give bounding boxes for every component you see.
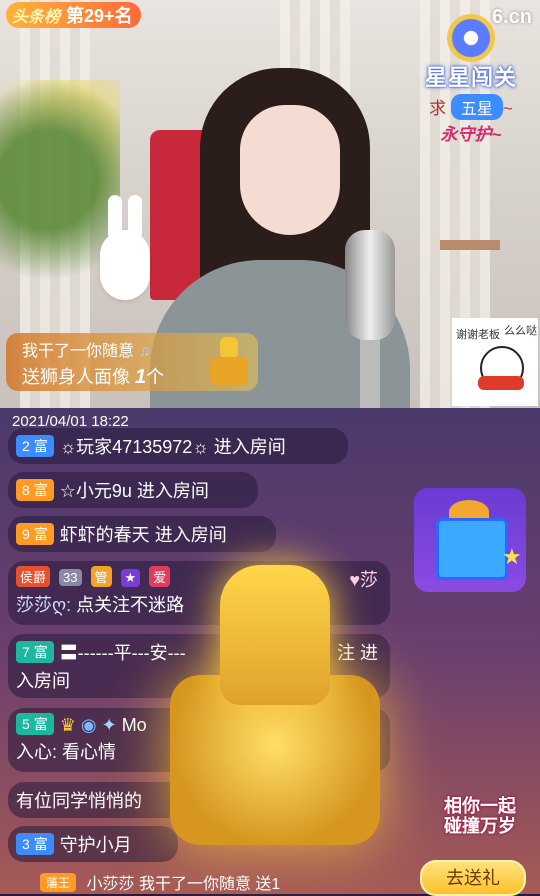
bunny-lamp: [98, 195, 153, 305]
wealth-level-badge: 9 富: [16, 523, 54, 545]
wealth-level-badge: 5 富: [16, 713, 54, 735]
star-icon: ✦: [101, 715, 117, 735]
wealth-level-badge: 3 富: [16, 833, 54, 855]
chat-text: 有位同学悄悄的: [16, 791, 142, 811]
rank-badge[interactable]: 头条榜 第29+名: [6, 2, 141, 28]
admin-badge: 管: [90, 566, 112, 587]
gift-icon: [436, 518, 508, 580]
wealth-level-badge: 8 富: [16, 479, 54, 501]
marquee-tail: 送1: [255, 876, 281, 893]
noble-badge: 藩王: [40, 873, 77, 892]
sphinx-gift-animation: [150, 565, 400, 865]
chat-username[interactable]: 莎莎ღ:: [16, 595, 71, 615]
marquee-user: 小莎莎: [86, 876, 135, 893]
sphinx-gift-icon: [210, 337, 248, 385]
crown-icon: ♛: [59, 715, 76, 735]
star-medal-icon: [447, 14, 495, 62]
rank-badge-marquis: 侯爵: [16, 566, 51, 587]
wealth-level-badge: 7 富: [16, 641, 54, 663]
chat-message[interactable]: 9 富虾虾的春天 进入房间: [8, 516, 276, 552]
wealth-level-badge: 2 富: [16, 435, 54, 457]
medal-icon: ◉: [80, 715, 97, 735]
chat-text: 守护小月: [59, 835, 132, 855]
chat-message[interactable]: 8 富 ☆小元9u 进入房间: [8, 472, 258, 508]
marquee-text: 我干了一你随意: [138, 876, 251, 893]
streamer-face: [240, 105, 340, 235]
chat-text: ☆小元9u 进入房间: [59, 481, 209, 501]
rank-tag: 头条榜: [12, 9, 61, 26]
shield-level-badge: 33: [59, 569, 82, 586]
chat-text: ☼玩家47135972☼ 进入房间: [59, 437, 286, 457]
gift-notification: 我干了一你随意 ♫ 送狮身人面像 1个: [6, 333, 258, 391]
chat-message[interactable]: 2 富 ☼玩家47135972☼ 进入房间: [8, 428, 348, 464]
star-challenge-subtitle: 永守护~: [440, 125, 502, 144]
live-video[interactable]: 头条榜 第29+名 6.cn 星星闯关 求 五星 ~ 永守护~ 我干了一你随意 ♫…: [0, 0, 540, 408]
music-note-icon: ♫: [138, 343, 151, 360]
gift-marquee: 藩王 小莎莎 我干了一你随意 送1: [0, 870, 420, 894]
send-gift-button[interactable]: 去送礼: [420, 860, 526, 896]
star-challenge-widget[interactable]: 星星闯关 求 五星 ~ 永守护~: [416, 14, 526, 144]
gift-box-button[interactable]: ★: [414, 488, 526, 592]
star-challenge-request: 求 五星 ~: [416, 94, 526, 120]
sparkle-icon: ★: [502, 544, 522, 569]
microphone: [345, 230, 395, 340]
rank-position: 第29+名: [66, 6, 133, 26]
thanks-sticker: 谢谢老板 么么哒: [452, 318, 538, 406]
star-level-pill: 五星: [450, 94, 503, 120]
star-icon: ★: [120, 569, 141, 587]
chat-text: 虾虾的春天 进入房间: [59, 525, 227, 545]
promo-banner[interactable]: 相你一起 碰撞万岁: [430, 770, 530, 860]
star-challenge-title: 星星闯关: [424, 65, 517, 90]
